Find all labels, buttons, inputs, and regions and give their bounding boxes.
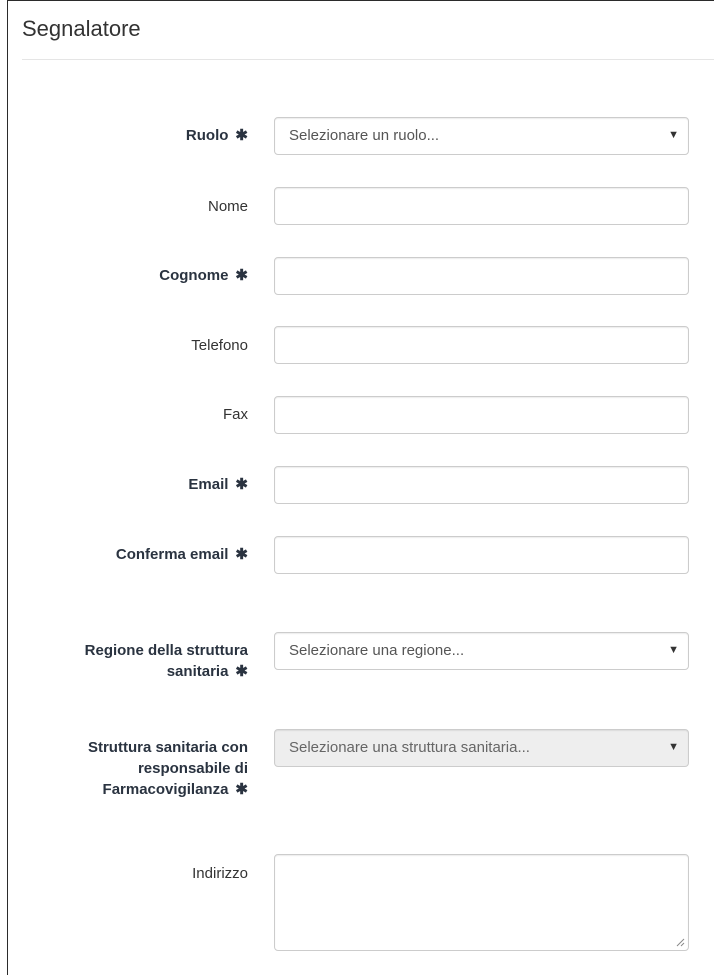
telefono-label-text: Telefono	[191, 337, 248, 354]
struttura-label: Struttura sanitaria con responsabile di …	[88, 737, 248, 800]
ruolo-select-value: Selezionare un ruolo...	[289, 127, 440, 144]
struttura-label-line3: Farmacovigilanza	[102, 781, 229, 798]
conferma-email-label-text: Conferma email	[115, 546, 229, 563]
fax-input[interactable]	[274, 396, 689, 434]
required-icon: ✱	[235, 663, 248, 680]
nome-label: Nome	[208, 196, 248, 217]
indirizzo-label-text: Indirizzo	[192, 865, 248, 882]
chevron-down-icon: ▼	[668, 644, 679, 656]
struttura-label-line1: Struttura sanitaria con	[87, 739, 248, 756]
regione-label-line2: sanitaria	[166, 663, 229, 680]
cognome-label-text: Cognome	[159, 267, 229, 284]
conferma-email-input[interactable]	[274, 536, 689, 574]
regione-select-value: Selezionare una regione...	[289, 642, 465, 659]
nome-input[interactable]	[274, 187, 689, 225]
nome-label-text: Nome	[207, 198, 248, 215]
cognome-label: Cognome ✱	[159, 265, 248, 286]
email-label: Email ✱	[188, 474, 248, 495]
regione-label: Regione della struttura sanitaria ✱	[85, 640, 248, 682]
chevron-down-icon: ▼	[668, 741, 679, 753]
required-icon: ✱	[235, 476, 248, 493]
ruolo-label: Ruolo ✱	[186, 125, 248, 146]
telefono-input[interactable]	[274, 326, 689, 364]
email-label-text: Email	[188, 476, 229, 493]
chevron-down-icon: ▼	[668, 129, 679, 141]
required-icon: ✱	[235, 267, 248, 284]
section-title: Segnalatore	[22, 16, 141, 41]
required-icon: ✱	[235, 546, 248, 563]
resize-handle-icon[interactable]	[675, 937, 685, 947]
regione-label-line1: Regione della struttura	[84, 642, 248, 659]
required-icon: ✱	[235, 781, 248, 798]
struttura-select-value: Selezionare una struttura sanitaria...	[289, 739, 530, 756]
regione-select[interactable]: Selezionare una regione... ▼	[274, 632, 689, 670]
required-icon: ✱	[235, 127, 248, 144]
ruolo-select[interactable]: Selezionare un ruolo... ▼	[274, 117, 689, 155]
indirizzo-label: Indirizzo	[192, 863, 248, 884]
struttura-label-line2: responsabile di	[137, 760, 248, 777]
section-divider	[22, 59, 714, 60]
ruolo-label-text: Ruolo	[185, 127, 229, 144]
struttura-select[interactable]: Selezionare una struttura sanitaria... ▼	[274, 729, 689, 767]
indirizzo-textarea[interactable]	[274, 854, 689, 951]
email-input[interactable]	[274, 466, 689, 504]
fax-label-text: Fax	[222, 406, 248, 423]
fax-label: Fax	[223, 404, 248, 425]
cognome-input[interactable]	[274, 257, 689, 295]
telefono-label: Telefono	[191, 335, 248, 356]
conferma-email-label: Conferma email ✱	[116, 544, 248, 565]
